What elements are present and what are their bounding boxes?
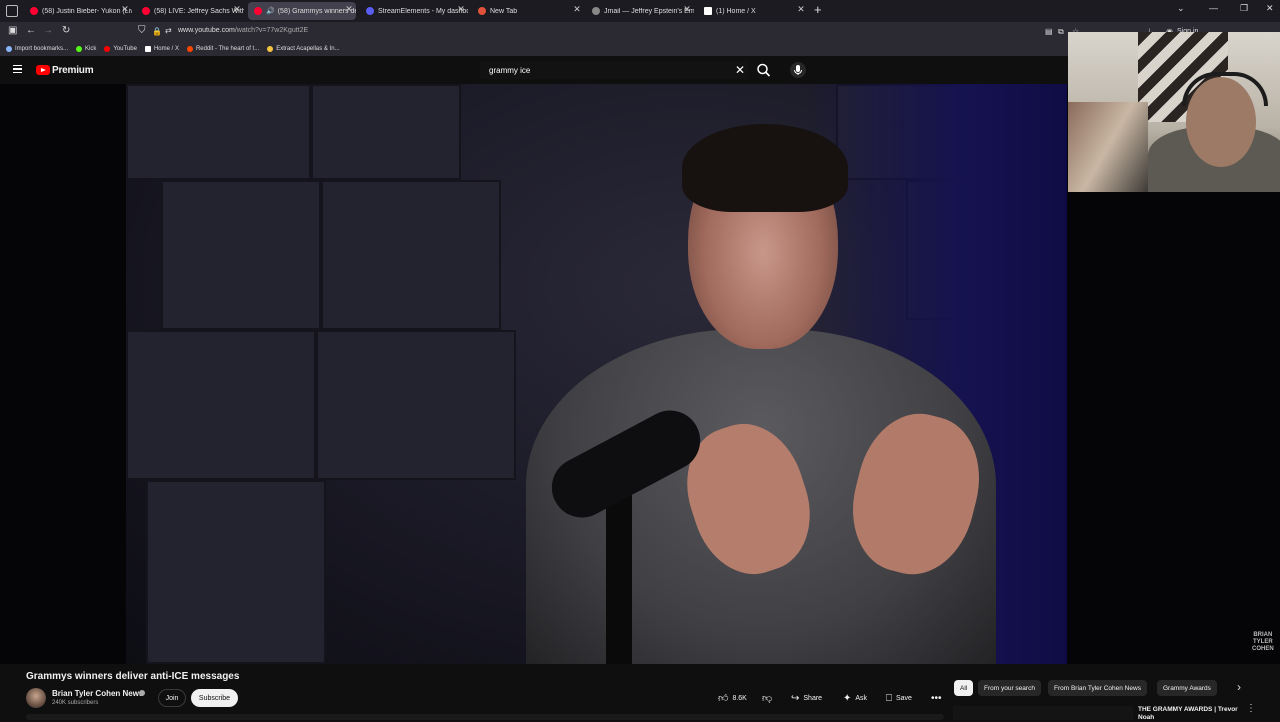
forward-arrow-icon[interactable]: → [43,25,53,36]
browser-tab-6[interactable]: Jmail — Jeffrey Epstein's Emails ✕ [586,2,694,20]
bookmark-icon: ⎕ [886,692,892,704]
save-button[interactable]: ⎕ Save [886,689,912,707]
browser-tab-4[interactable]: StreamElements - My dashboa ✕ [360,2,468,20]
new-tab-button[interactable]: + [814,2,822,17]
acoustic-panel [311,84,461,180]
chip-from-your-search[interactable]: From your search [978,680,1041,696]
import-icon [6,46,12,52]
x-favicon-icon [704,7,712,15]
youtube-logo-icon[interactable] [36,65,50,75]
mic-stand [606,494,632,664]
kick-icon [76,46,83,52]
bookmark-kick[interactable]: Kick [76,46,96,52]
youtube-favicon-icon [30,7,38,15]
bookmark-import[interactable]: Import bookmarks... [6,46,68,52]
browser-tab-2[interactable]: (58) LIVE: Jeffrey Sachs With A ✕ [136,2,244,20]
search-icon[interactable] [756,63,772,77]
close-tab-icon[interactable]: ✕ [682,4,692,15]
acoustic-panel [316,330,516,480]
join-button[interactable]: Join [158,689,186,707]
acoustic-panel [321,180,501,330]
reader-view-icon[interactable]: ▤ [1045,27,1053,36]
ask-button[interactable]: ✦ Ask [843,689,867,707]
browser-tab-1[interactable]: (58) Justin Bieber- Yukon (Live ✕ [24,2,132,20]
address-bar[interactable]: www.youtube.com/watch?v=77w2Kgutt2E [178,27,308,34]
subscriber-count: 240K subscribers [52,700,99,706]
bookmark-reddit[interactable]: Reddit - The heart of t... [186,46,259,52]
channel-watermark[interactable]: BRIAN TYLER COHEN [1252,632,1274,653]
browser-tab-7[interactable]: (1) Home / X ✕ [698,2,808,20]
menu-icon[interactable] [13,65,22,73]
youtube-favicon-icon [254,7,262,15]
description-box[interactable] [26,714,944,720]
firefox-favicon-icon [478,7,486,15]
browser-tab-3-active[interactable]: 🔊 (58) Grammys winners deli ✕ [248,2,356,20]
like-button[interactable]: 👍︎ 8.6K [718,689,747,707]
video-title: Grammys winners deliver anti-ICE message… [26,671,240,682]
x-icon [144,46,151,52]
acoustic-panel [126,84,311,180]
webcam-overlay [1068,32,1280,192]
minimize-icon[interactable]: — [1209,3,1218,13]
close-tab-icon[interactable]: ✕ [796,4,806,15]
thumbs-down-icon: 👎︎ [762,693,773,704]
close-tab-icon[interactable]: ✕ [120,4,130,15]
more-horizontal-icon: ••• [931,692,942,704]
tab-overflow-chevron-icon[interactable]: ⌄ [1177,3,1185,14]
speaker-icon[interactable]: 🔊 [266,7,275,15]
permissions-icon[interactable]: ⇄ [165,26,172,35]
channel-avatar[interactable] [26,688,46,708]
more-actions-button[interactable]: ••• [931,689,946,707]
close-tab-icon[interactable]: ✕ [572,4,582,15]
search-input[interactable] [480,61,748,79]
share-button[interactable]: ↪ Share [791,689,822,707]
acoustic-panel [161,180,321,330]
verified-icon [139,690,145,696]
chip-all[interactable]: All [954,680,974,696]
thumbs-up-icon: 👍︎ [718,693,729,704]
bookmark-youtube[interactable]: YouTube [104,46,137,52]
clear-search-icon[interactable]: ✕ [735,63,745,77]
tab-list-icon[interactable] [6,5,18,17]
presenter-hair [682,124,848,212]
kebab-menu-icon[interactable]: ⋮ [1246,703,1256,714]
maximize-icon[interactable]: ❐ [1240,3,1248,14]
subscribe-button[interactable]: Subscribe [191,689,238,707]
close-window-icon[interactable]: ✕ [1266,3,1274,14]
channel-name[interactable]: Brian Tyler Cohen News [52,689,143,698]
youtube-favicon-icon [142,7,150,15]
folder-icon [267,46,274,52]
shield-icon[interactable]: ⛉ [138,25,146,36]
back-arrow-icon[interactable]: ← [26,25,36,36]
microphone-icon[interactable] [790,62,806,78]
share-arrow-icon: ↪ [791,692,800,704]
bookmark-x[interactable]: Home / X [144,46,179,52]
browser-tab-strip: (58) Justin Bieber- Yukon (Live ✕ (58) L… [0,0,1280,22]
bookmark-acapellas[interactable]: Extract Acapellas & In... [267,46,340,52]
sparkle-icon: ✦ [843,692,852,704]
streamelements-favicon-icon [366,7,374,15]
chevron-right-icon[interactable]: › [1237,680,1241,694]
acoustic-panel [146,480,326,664]
youtube-icon [104,46,111,52]
chip-grammy-awards[interactable]: Grammy Awards [1157,680,1217,696]
premium-logo-text[interactable]: Premium [52,65,94,76]
pip-icon[interactable]: ⧉ [1058,27,1064,37]
lock-icon[interactable]: 🔒 [152,27,162,36]
chip-from-channel[interactable]: From Brian Tyler Cohen News [1048,680,1147,696]
video-frame[interactable] [126,84,1067,664]
acoustic-panel [126,330,316,480]
mail-favicon-icon [592,7,600,15]
close-tab-icon[interactable]: ✕ [456,4,466,15]
reddit-icon [186,46,193,52]
sidebar-toggle-icon[interactable]: ▣ [8,25,17,36]
reload-icon[interactable]: ↻ [62,25,70,36]
recommended-thumbnail[interactable] [953,706,1133,720]
browser-tab-5[interactable]: New Tab ✕ [472,2,584,20]
close-tab-icon[interactable]: ✕ [344,4,354,15]
dislike-button[interactable]: 👎︎ [762,689,776,707]
close-tab-icon[interactable]: ✕ [232,4,242,15]
webcam-background [1068,102,1148,192]
